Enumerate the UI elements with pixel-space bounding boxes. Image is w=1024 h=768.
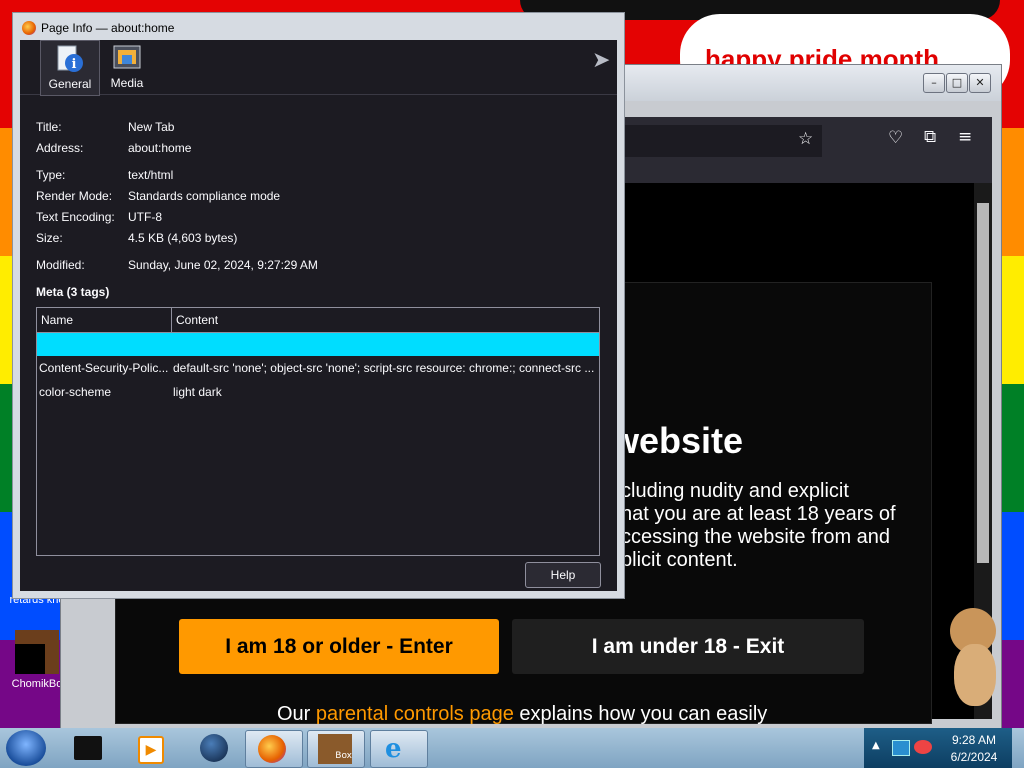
clock-time[interactable]: 9:28 AM — [944, 733, 1004, 747]
start-button[interactable] — [6, 730, 46, 766]
globe-icon — [200, 734, 228, 762]
exit-button[interactable]: I am under 18 - Exit — [512, 619, 864, 674]
taskbar-app-media-player[interactable]: ▶ — [122, 730, 178, 766]
page-info-titlebar: Page Info — about:home — [13, 13, 624, 41]
field-label: Render Mode: — [36, 189, 113, 203]
notification-icon[interactable] — [914, 740, 932, 754]
extensions-icon[interactable]: ⧉ — [924, 127, 936, 147]
field-label: Address: — [36, 141, 84, 155]
page-info-dialog: Page Info — about:home i General Media ➤… — [12, 12, 625, 599]
enter-button[interactable]: I am 18 or older - Enter — [179, 619, 499, 674]
meta-table-header: Name Content — [37, 308, 599, 333]
maximize-button[interactable]: □ — [946, 73, 968, 93]
hamster-sticker — [944, 608, 1002, 708]
footer-suffix: explains how you can easily — [513, 703, 768, 725]
chomikbox-icon: Box — [318, 734, 352, 764]
field-label: Title: — [36, 120, 62, 134]
meta-table[interactable]: Name Content Content-Security-Polic... d… — [36, 307, 600, 556]
field-value: Standards compliance mode — [128, 189, 281, 203]
help-button[interactable]: Help — [525, 562, 601, 588]
taskbar: ▶ Box e ▲ 9:28 AM 6/2/2024 — [0, 728, 1024, 768]
field-value: 4.5 KB (4,603 bytes) — [128, 231, 238, 245]
column-header-content[interactable]: Content — [172, 308, 596, 332]
close-button[interactable]: ✕ — [969, 73, 991, 93]
taskbar-app-chomikbox[interactable]: Box — [307, 730, 365, 768]
box-label: Box — [335, 751, 352, 761]
bookmark-star-icon[interactable]: ☆ — [798, 129, 813, 149]
footer-prefix: Our — [277, 703, 316, 725]
field-value: about:home — [128, 141, 192, 155]
firefox-icon — [258, 735, 286, 763]
table-row[interactable]: Content-Security-Polic... default-src 'n… — [37, 358, 599, 380]
parental-controls-link[interactable]: parental controls page — [316, 703, 514, 725]
field-label: Type: — [36, 168, 66, 182]
table-row-selected[interactable] — [37, 333, 599, 356]
field-value: Sunday, June 02, 2024, 9:27:29 AM — [128, 258, 318, 272]
meta-name-cell: Content-Security-Polic... — [39, 361, 169, 375]
desktop: happy pride month retards kno ChomikBo –… — [0, 0, 1024, 768]
age-gate-text-line: hat you are at least 18 years of — [621, 503, 896, 525]
tab-media[interactable]: Media — [98, 40, 156, 94]
desktop-icon-label: ChomikBo — [11, 678, 63, 690]
show-hidden-icons-icon[interactable]: ▲ — [872, 740, 880, 751]
black-box-icon — [74, 736, 102, 760]
field-label: Text Encoding: — [36, 210, 115, 224]
field-value: New Tab — [128, 120, 175, 134]
taskbar-app-internet-explorer[interactable]: e — [370, 730, 428, 768]
page-info-tabs: i General Media ➤ — [20, 40, 617, 96]
meta-heading: Meta (3 tags) — [36, 285, 110, 299]
meta-content-cell: default-src 'none'; object-src 'none'; s… — [173, 361, 595, 375]
pocket-icon[interactable]: ♡ — [888, 128, 903, 148]
clock-date[interactable]: 6/2/2024 — [944, 750, 1004, 764]
tab-label: General — [48, 77, 92, 91]
table-row[interactable]: color-scheme light dark — [37, 382, 599, 404]
column-header-name[interactable]: Name — [37, 308, 171, 332]
system-tray: ▲ 9:28 AM 6/2/2024 — [864, 728, 1012, 768]
media-icon — [113, 45, 141, 69]
age-gate-text-line: plicit content. — [621, 549, 738, 571]
svg-text:i: i — [72, 57, 77, 72]
age-gate-heading: website — [611, 420, 744, 461]
firefox-toolbar: ☆ ♡ ⧉ ≡ — [622, 117, 992, 183]
meta-name-cell: color-scheme — [39, 385, 112, 399]
cursor-arrow-icon: ➤ — [592, 48, 611, 73]
firefox-icon — [22, 21, 36, 35]
meta-content-cell: light dark — [173, 385, 222, 399]
page-info-title: Page Info — about:home — [41, 21, 175, 35]
taskbar-app-firefox[interactable] — [245, 730, 303, 768]
field-value: text/html — [128, 168, 174, 182]
age-gate-text-line: cluding nudity and explicit — [621, 480, 849, 502]
field-value: UTF-8 — [128, 210, 162, 224]
age-gate-text-line: ccessing the website from and — [621, 526, 891, 548]
url-bar[interactable]: ☆ — [622, 125, 822, 157]
tab-general[interactable]: i General — [40, 40, 100, 96]
info-icon: i — [57, 45, 83, 72]
scrollbar-thumb[interactable] — [977, 203, 989, 563]
taskbar-app-globe[interactable] — [186, 730, 242, 766]
minimize-button[interactable]: – — [923, 73, 945, 93]
page-info-body: i General Media ➤ Title: New Tab Address… — [20, 40, 617, 591]
media-player-icon: ▶ — [138, 736, 164, 764]
hamster-box-icon — [15, 630, 59, 674]
field-label: Size: — [36, 231, 63, 245]
field-label: Modified: — [36, 258, 85, 272]
menu-icon[interactable]: ≡ — [958, 127, 972, 147]
tab-label: Media — [110, 76, 144, 90]
internet-explorer-icon: e — [385, 734, 402, 764]
network-icon[interactable] — [892, 740, 910, 756]
taskbar-app-terminal[interactable] — [60, 730, 116, 766]
parental-controls-text: Our parental controls page explains how … — [277, 703, 767, 726]
